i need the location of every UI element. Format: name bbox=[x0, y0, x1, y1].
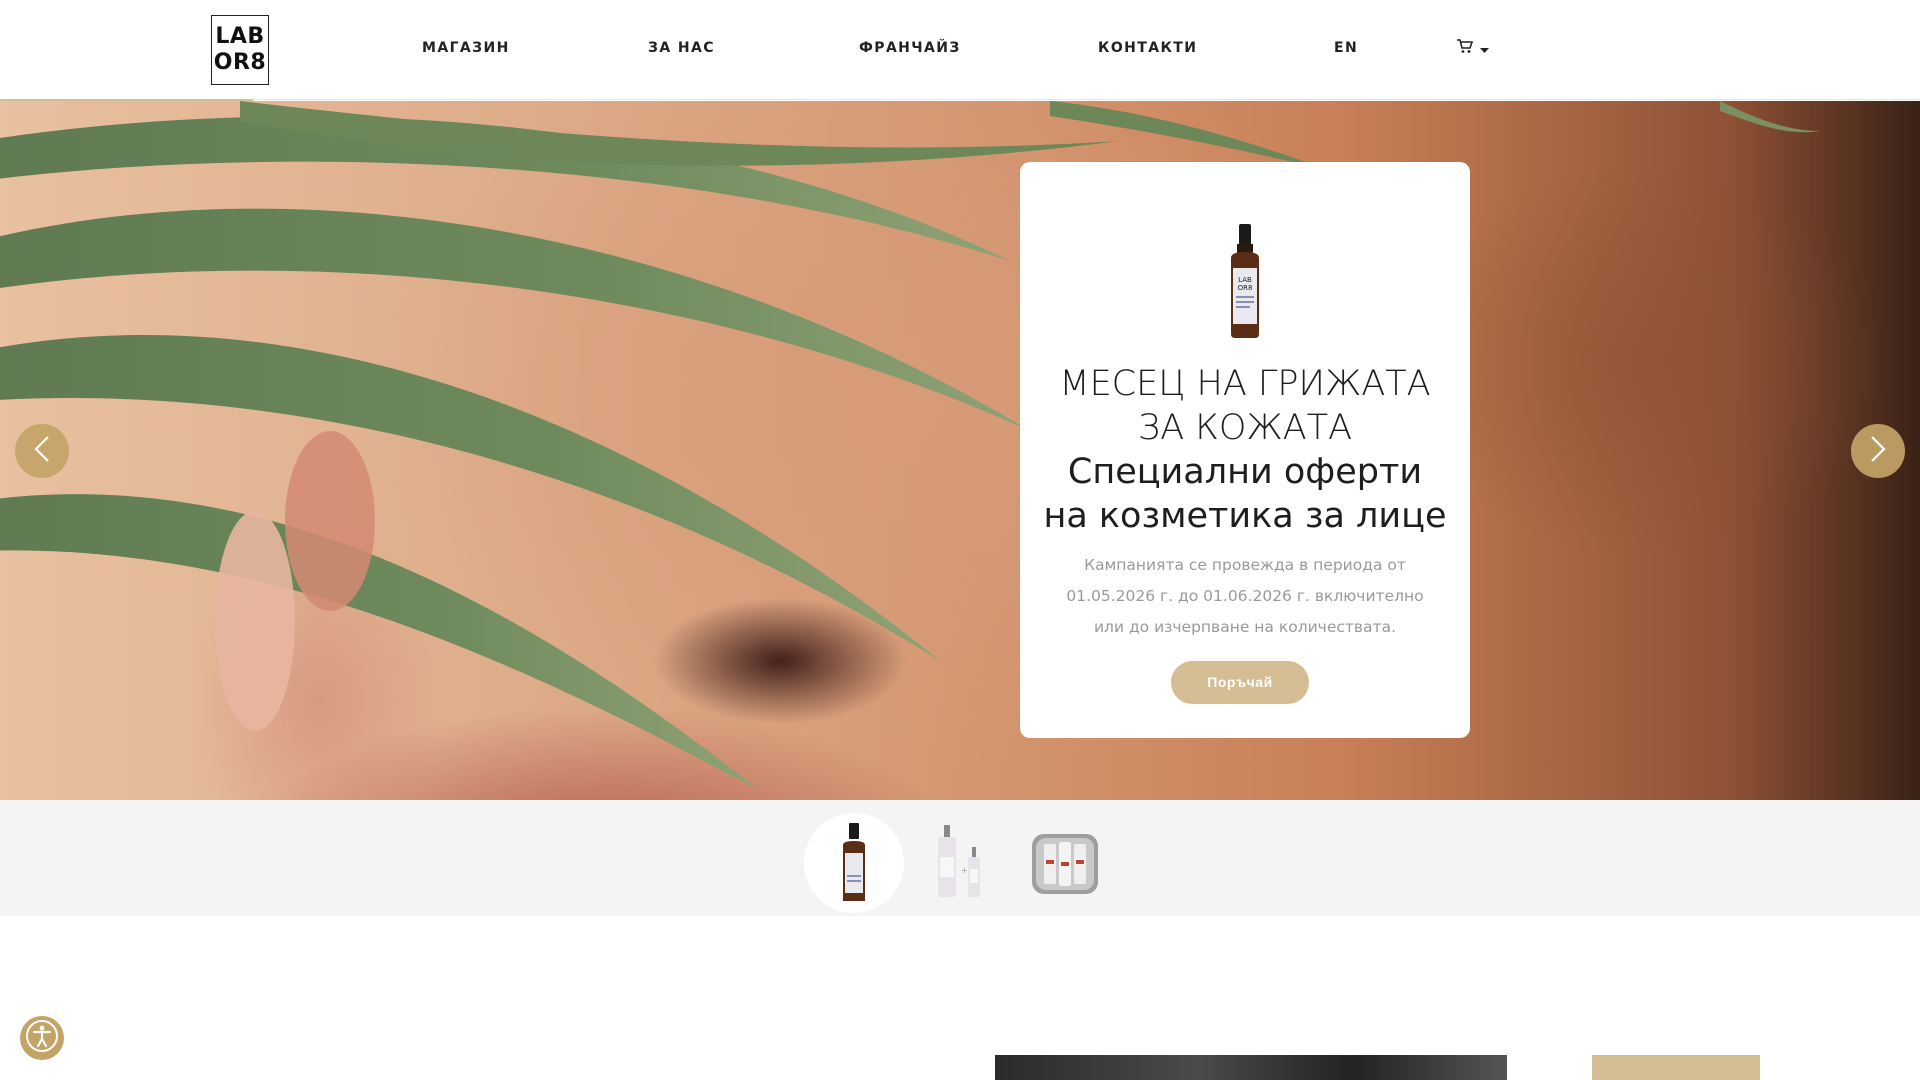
accessibility-button[interactable] bbox=[20, 1016, 64, 1060]
order-button[interactable]: Поръчай bbox=[1171, 661, 1309, 704]
slider-thumb-2[interactable]: + bbox=[910, 813, 1010, 913]
chevron-left-icon bbox=[33, 435, 51, 467]
slider-thumb-1[interactable] bbox=[804, 813, 904, 913]
promo-description: Кампанията се провежда в периода от 01.0… bbox=[1066, 556, 1424, 636]
palm-leaves-image bbox=[0, 101, 1820, 791]
pump-bottles-thumbnail-icon: + bbox=[938, 825, 980, 897]
slider-thumb-3[interactable] bbox=[1015, 813, 1115, 913]
nav-contacts[interactable]: КОНТАКТИ bbox=[1098, 40, 1197, 56]
section-gold-banner bbox=[1592, 1055, 1760, 1080]
nav-franchise[interactable]: ФРАНЧАЙЗ bbox=[859, 40, 961, 56]
svg-text:LAB: LAB bbox=[1238, 276, 1252, 284]
chevron-right-icon bbox=[1869, 435, 1887, 467]
nav-shop[interactable]: МАГАЗИН bbox=[422, 40, 510, 56]
promo-subtitle: Специални оферти на козметика за лице bbox=[1043, 452, 1447, 536]
slider-next-button[interactable] bbox=[1851, 424, 1905, 478]
promo-card: LAB OR8 МЕСЕЦ НА ГРИЖАТА ЗА КОЖАТА Специ… bbox=[1020, 162, 1470, 738]
product-bottle-image: LAB OR8 bbox=[1225, 224, 1265, 343]
kit-bag-thumbnail-icon bbox=[1032, 834, 1098, 894]
slider-thumbnails: + bbox=[0, 800, 1920, 916]
site-header: LAB OR8 МАГАЗИН ЗА НАС ФРАНЧАЙЗ КОНТАКТИ… bbox=[0, 0, 1920, 102]
promo-title: МЕСЕЦ НА ГРИЖАТА ЗА КОЖАТА bbox=[1059, 364, 1431, 448]
svg-text:OR8: OR8 bbox=[1238, 284, 1253, 292]
brand-logo[interactable]: LAB OR8 bbox=[211, 15, 269, 85]
logo-line-2: OR8 bbox=[213, 50, 267, 75]
caret-down-icon bbox=[1480, 39, 1489, 58]
accessibility-icon bbox=[25, 1019, 59, 1057]
nav-about[interactable]: ЗА НАС bbox=[648, 40, 715, 56]
svg-text:+: + bbox=[961, 866, 968, 875]
nav-language[interactable]: EN bbox=[1334, 40, 1358, 56]
bottle-thumbnail-icon bbox=[843, 823, 865, 901]
slider-prev-button[interactable] bbox=[15, 424, 69, 478]
hero-slider: LAB OR8 МЕСЕЦ НА ГРИЖАТА ЗА КОЖАТА Специ… bbox=[0, 101, 1920, 800]
cart-icon bbox=[1456, 38, 1474, 58]
cart-button[interactable] bbox=[1456, 38, 1489, 58]
section-image-dark bbox=[995, 1055, 1507, 1080]
logo-line-1: LAB bbox=[215, 24, 265, 49]
